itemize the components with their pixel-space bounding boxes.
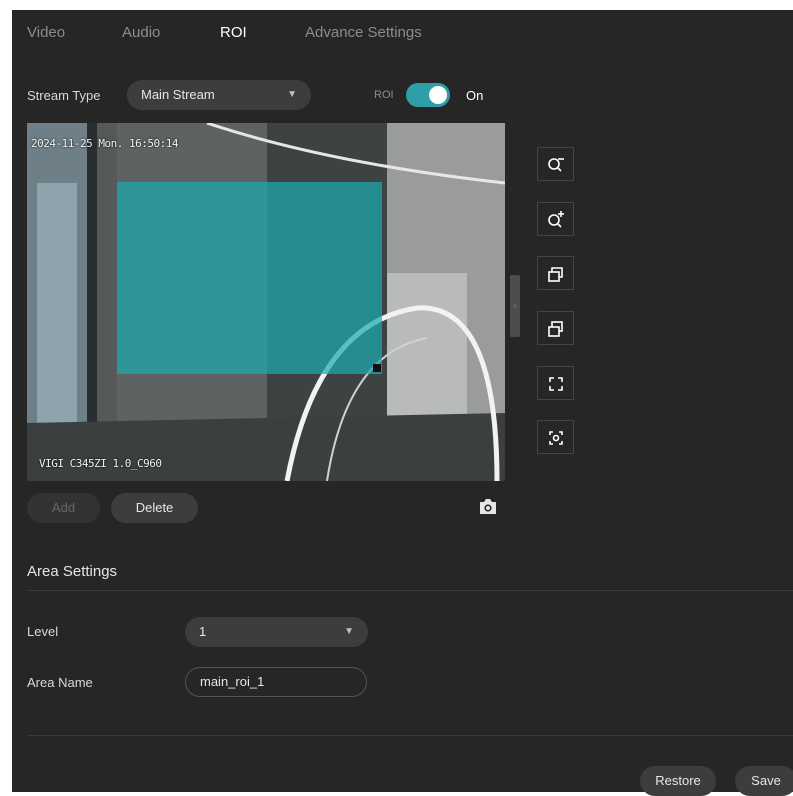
osd-camera-label: VIGI C345ZI 1.0_C960 [39,457,162,470]
roi-toggle-state: On [466,88,484,103]
zoom-in-icon [548,211,564,228]
roi-area[interactable] [117,182,382,374]
level-value: 1 [199,624,207,639]
zoom-out-icon [548,158,564,172]
footer-divider [27,735,793,736]
level-label: Level [27,624,59,639]
osd-timestamp: 2024-11-25 Mon. 16:50:14 [31,137,178,150]
collapse-panel-handle[interactable]: › [510,275,520,337]
add-button[interactable]: Add [27,493,100,523]
chevron-down-icon: ▼ [344,626,354,637]
tab-audio[interactable]: Audio [122,24,160,41]
send-backward-icon [548,321,563,337]
fullscreen-icon [549,377,563,391]
level-select[interactable]: 1 ▼ [185,617,368,647]
roi-resize-handle[interactable] [373,364,381,372]
roi-toggle-label: ROI [374,89,394,101]
center-focus-button[interactable] [537,420,574,454]
bring-forward-icon [548,267,563,282]
video-preview[interactable]: 2024-11-25 Mon. 16:50:14 VIGI C345ZI 1.0… [27,123,505,481]
fullscreen-button[interactable] [537,366,574,400]
zoom-out-button[interactable] [537,147,574,181]
delete-button[interactable]: Delete [111,493,198,523]
stream-type-select[interactable]: Main Stream ▼ [127,80,311,110]
stream-type-value: Main Stream [141,87,215,102]
area-name-label: Area Name [27,675,93,690]
tab-bar: Video Audio ROI Advance Settings [12,10,793,54]
tab-advance-settings[interactable]: Advance Settings [305,24,422,41]
section-divider [27,590,793,591]
chevron-down-icon: ▼ [287,89,297,100]
tab-video[interactable]: Video [27,24,65,41]
bring-forward-button[interactable] [537,256,574,290]
tab-roi[interactable]: ROI [220,24,247,41]
area-settings-title: Area Settings [27,563,118,580]
roi-settings-panel: Video Audio ROI Advance Settings Stream … [12,10,793,796]
stream-type-label: Stream Type [27,88,101,103]
toggle-knob [429,86,447,104]
zoom-in-button[interactable] [537,202,574,236]
roi-toggle-switch[interactable] [406,83,450,107]
camera-icon[interactable] [478,498,498,515]
send-backward-button[interactable] [537,311,574,345]
center-focus-icon [549,431,563,445]
area-name-input[interactable]: main_roi_1 [185,667,367,697]
